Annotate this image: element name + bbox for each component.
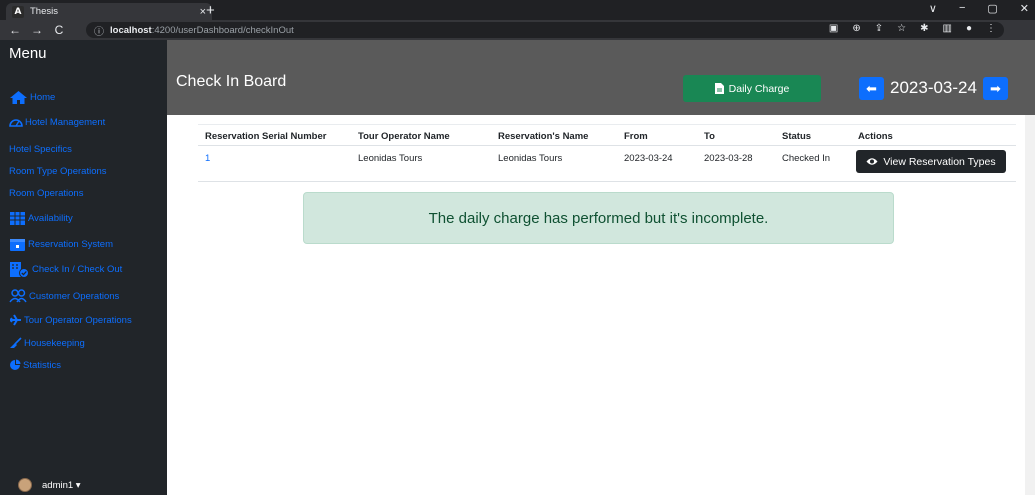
serial-number-cell[interactable]: 1 [205, 153, 210, 164]
table-row: 1 Leonidas Tours Leonidas Tours 2023-03-… [198, 146, 1016, 182]
sidebar-item-tour-operator-operations[interactable]: Tour Operator Operations [9, 314, 132, 326]
sidebar-item-label: Hotel Management [25, 116, 106, 128]
users-icon [9, 289, 27, 303]
sidebar-item-housekeeping[interactable]: Housekeeping [9, 337, 85, 349]
omnibox-actions: ▣ ⊕ ⇪ ☆ ✱ ▥ ● ⋮ [829, 23, 996, 34]
daily-charge-button[interactable]: Daily Charge [683, 75, 821, 102]
sidebar-item-availability[interactable]: Availability [9, 211, 73, 226]
browser-tab[interactable]: A Thesis × [6, 3, 212, 20]
column-header: Tour Operator Name [358, 131, 450, 142]
profile-icon[interactable]: ● [966, 23, 972, 34]
column-header: Status [782, 131, 812, 142]
sidebar-title: Menu [9, 45, 47, 62]
tour-operator-cell: Leonidas Tours [358, 153, 423, 164]
sidebar-item-label: Reservation System [28, 239, 114, 250]
new-tab-button[interactable]: + [206, 3, 215, 18]
sidebar-item-hotel-management[interactable]: Hotel Management [9, 116, 105, 128]
sidebar-item-label: Statistics [23, 359, 62, 371]
avatar [18, 478, 32, 492]
page-title: Check In Board [176, 73, 287, 90]
column-header: Actions [858, 131, 893, 142]
table-icon [10, 212, 25, 225]
extensions-icon[interactable]: ✱ [920, 23, 928, 34]
share-icon[interactable]: ⇪ [875, 23, 883, 34]
arrow-right-icon: ➡ [990, 80, 1001, 96]
forward-arrow-icon[interactable]: → [30, 23, 44, 37]
bookmark-star-icon[interactable]: ☆ [897, 23, 906, 34]
status-cell: Checked In [782, 153, 831, 164]
broom-icon [10, 337, 22, 348]
tab-title: Thesis [30, 6, 58, 17]
arrow-left-icon: ⬅ [866, 80, 877, 96]
sidebar-item-customer-operations[interactable]: Customer Operations [9, 289, 119, 303]
column-header: To [704, 131, 715, 142]
window-controls: ∨ − ▢ ✕ [929, 2, 1029, 15]
user-menu[interactable]: admin1 ▾ [18, 478, 81, 492]
close-window-icon[interactable]: ✕ [1020, 2, 1029, 15]
tab-search-icon[interactable]: ∨ [929, 2, 937, 15]
browser-address-bar: ← → C ⓘ localhost :4200/userDashboard/ch… [0, 20, 1035, 40]
sidebar-item-hotel-specifics[interactable]: Hotel Specifics [9, 144, 72, 155]
sidebar-item-statistics[interactable]: Statistics [9, 359, 61, 371]
url-path: :4200/userDashboard/checkInOut [151, 24, 294, 36]
column-header: Reservation's Name [498, 131, 589, 142]
column-header: Reservation Serial Number [205, 131, 327, 142]
from-date-cell: 2023-03-24 [624, 153, 673, 164]
sidebar-item-label: Check In / Check Out [32, 264, 123, 275]
sidebar-item-label: Room Type Operations [9, 166, 107, 177]
sidebar-item-room-operations[interactable]: Room Operations [9, 188, 83, 199]
previous-date-button[interactable]: ⬅ [859, 77, 884, 100]
sidebar-item-label: Hotel Specifics [9, 144, 72, 155]
sidebar-item-label: Tour Operator Operations [24, 314, 132, 326]
building-check-icon [10, 262, 29, 278]
sidebar-item-label: Housekeeping [24, 337, 85, 349]
table-header-row: Reservation Serial Number Tour Operator … [198, 124, 1016, 146]
daily-charge-label: Daily Charge [728, 82, 790, 95]
gauge-icon [9, 119, 23, 127]
translate-icon[interactable]: ▣ [829, 23, 838, 34]
view-reservation-types-button[interactable]: View Reservation Types [856, 150, 1006, 173]
sidebar-item-label: Home [30, 92, 56, 103]
reload-icon[interactable]: C [52, 23, 66, 37]
page-scrollbar[interactable] [1025, 115, 1035, 495]
calendar-icon [10, 239, 25, 251]
minimize-icon[interactable]: − [959, 2, 965, 15]
reservations-table: Reservation Serial Number Tour Operator … [198, 124, 1016, 182]
browser-tab-bar: A Thesis × + ∨ − ▢ ✕ [0, 0, 1035, 20]
sidebar-item-label: Room Operations [9, 188, 84, 199]
to-date-cell: 2023-03-28 [704, 153, 753, 164]
zoom-icon[interactable]: ⊕ [852, 23, 860, 34]
eye-icon [866, 158, 878, 165]
app-favicon-icon: A [12, 5, 24, 18]
url-host: localhost [110, 24, 152, 36]
username: admin1 ▾ [42, 479, 81, 491]
restore-icon[interactable]: ▢ [987, 2, 997, 15]
reservation-name-cell: Leonidas Tours [498, 153, 563, 164]
plane-icon [10, 314, 21, 326]
view-reservation-types-label: View Reservation Types [883, 155, 996, 168]
alert-message: The daily charge has performed but it's … [428, 209, 769, 227]
document-icon [714, 83, 724, 94]
home-icon [10, 91, 27, 104]
current-date: 2023-03-24 [890, 78, 977, 97]
side-panel-icon[interactable]: ▥ [943, 23, 952, 34]
sidebar-item-label: Customer Operations [29, 290, 120, 302]
sidebar-item-label: Availability [28, 213, 73, 224]
url-input[interactable]: ⓘ localhost :4200/userDashboard/checkInO… [86, 22, 1004, 38]
sidebar-item-reservation-system[interactable]: Reservation System [9, 237, 113, 252]
next-date-button[interactable]: ➡ [983, 77, 1008, 100]
more-menu-icon[interactable]: ⋮ [986, 23, 996, 34]
sidebar-item-room-type-operations[interactable]: Room Type Operations [9, 166, 107, 177]
column-header: From [624, 131, 648, 142]
sidebar-item-check-in-out[interactable]: Check In / Check Out [9, 261, 122, 278]
sidebar: Menu Home Hotel Management Hotel Specifi… [0, 40, 167, 495]
daily-charge-alert: The daily charge has performed but it's … [303, 192, 894, 244]
site-info-icon[interactable]: ⓘ [94, 23, 104, 38]
page-header: Check In Board Daily Charge ⬅ 2023-03-24… [167, 40, 1035, 115]
back-arrow-icon[interactable]: ← [8, 23, 22, 37]
sidebar-item-home[interactable]: Home [9, 90, 55, 105]
pie-chart-icon [10, 359, 21, 370]
